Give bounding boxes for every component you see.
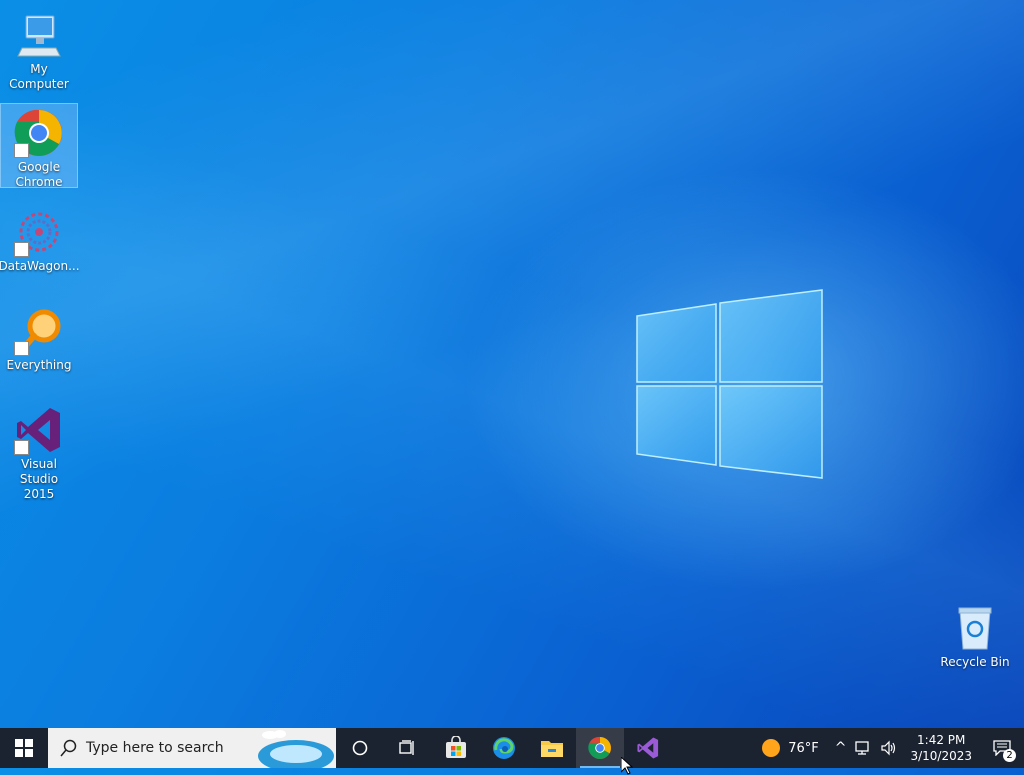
taskbar-chrome[interactable] — [576, 728, 624, 768]
computer-icon — [14, 10, 64, 60]
shortcut-arrow-icon — [14, 143, 29, 158]
desktop-icon-label: My Computer — [9, 62, 69, 91]
volume-icon[interactable] — [880, 740, 898, 756]
recycle-bin-icon — [950, 603, 1000, 653]
visual-studio-icon — [14, 405, 64, 455]
network-icon[interactable] — [854, 740, 872, 756]
shortcut-arrow-icon — [14, 242, 29, 257]
chrome-icon — [14, 108, 64, 158]
desktop-icon-label: Everything — [6, 358, 72, 372]
cortana-icon — [352, 740, 368, 756]
mouse-cursor-icon — [621, 757, 633, 775]
desktop-icon-label: Visual Studio 2015 — [19, 457, 59, 501]
task-view-icon — [399, 740, 414, 755]
sun-icon — [762, 739, 781, 757]
desktop-icon-datawagon[interactable]: DataWagon... — [0, 203, 80, 274]
shortcut-arrow-icon — [14, 440, 29, 455]
desktop-icon-recycle-bin[interactable]: Recycle Bin — [937, 599, 1013, 670]
file-explorer-icon — [541, 741, 563, 757]
notification-badge: 2 — [1003, 749, 1016, 762]
windows-logo-wallpaper — [636, 289, 823, 479]
search-box[interactable]: Type here to search — [48, 728, 336, 768]
taskbar: Type here to search 76°F ^ 1:42 PM 3/10/… — [0, 728, 1024, 768]
light-beam — [0, 0, 1024, 768]
microsoft-store-icon — [446, 736, 466, 758]
taskbar-edge[interactable] — [480, 728, 528, 768]
clock-date: 3/10/2023 — [910, 749, 972, 763]
desktop-icon-label: Recycle Bin — [940, 655, 1010, 669]
desktop-icon-google-chrome[interactable]: Google Chrome — [0, 103, 78, 189]
chrome-icon — [588, 736, 612, 760]
windows-start-icon — [15, 739, 33, 757]
system-tray: 76°F ^ 1:42 PM 3/10/2023 2 — [762, 728, 1024, 768]
weather-widget[interactable]: 76°F — [762, 739, 819, 757]
taskbar-file-explorer[interactable] — [528, 728, 576, 768]
cortana-button[interactable] — [336, 728, 384, 768]
desktop-icon-label: Google Chrome — [15, 160, 63, 189]
chevron-up-icon[interactable]: ^ — [835, 740, 847, 756]
desktop-icon-my-computer[interactable]: My Computer — [1, 6, 77, 92]
task-view-button[interactable] — [384, 728, 432, 768]
search-placeholder: Type here to search — [86, 740, 224, 756]
action-center-button[interactable]: 2 — [980, 728, 1024, 768]
desktop-icon-label: DataWagon... — [0, 259, 80, 273]
shortcut-arrow-icon — [14, 341, 29, 356]
desktop-icon-everything[interactable]: Everything — [1, 302, 77, 373]
search-icon — [60, 739, 77, 757]
start-button[interactable] — [0, 728, 48, 768]
light-beam — [0, 0, 1024, 768]
weather-temperature: 76°F — [788, 740, 819, 756]
search-highlight-image — [258, 730, 334, 768]
desktop-icon-visual-studio[interactable]: Visual Studio 2015 — [1, 401, 77, 502]
edge-icon — [493, 737, 515, 759]
visual-studio-icon — [637, 737, 659, 759]
datawagon-icon — [14, 207, 64, 257]
everything-icon — [14, 306, 64, 356]
clock[interactable]: 1:42 PM 3/10/2023 — [910, 732, 972, 764]
clock-time: 1:42 PM — [917, 733, 966, 747]
taskbar-microsoft-store[interactable] — [432, 728, 480, 768]
